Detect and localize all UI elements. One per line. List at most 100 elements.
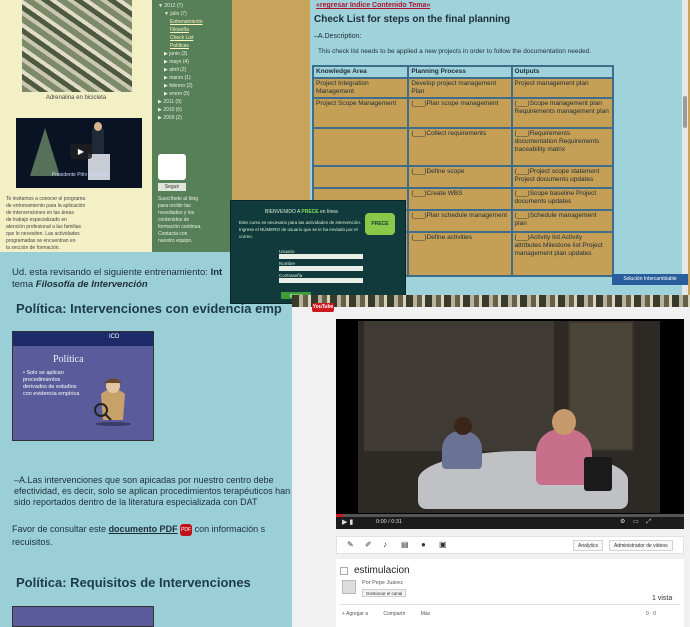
video-toolbar: ✎ ✐ ♪ ▤ ● ▣ Analytics Administrador de v… (336, 536, 684, 554)
add-to-button[interactable]: + Agregar a (342, 611, 368, 617)
column-header-knowledge-area: Knowledge Area (311, 65, 410, 79)
video-child (442, 431, 482, 469)
table-row: (___)Define scope (___)Project scope stat… (311, 165, 615, 189)
archive-item[interactable]: ▼ 2012 (7) (158, 2, 228, 10)
analytics-button[interactable]: Analytics (573, 540, 604, 551)
table-cell (311, 127, 410, 167)
archive-item[interactable]: ▶ mayo (4) (158, 58, 228, 66)
back-to-index-link[interactable]: «regresar Indice Contenido Tema» (316, 2, 430, 9)
edit-icon[interactable]: ✎ (347, 540, 354, 549)
blog-video-caption: Presidente Pitín Sánchez (51, 172, 109, 178)
info-icon[interactable]: ● (421, 540, 426, 549)
pdf-icon[interactable]: PDF (180, 523, 193, 536)
video-frame (358, 321, 660, 513)
audio-icon[interactable]: ♪ (383, 540, 387, 549)
scrollbar-thumb[interactable] (683, 96, 687, 128)
video-title: estimulacion (354, 565, 410, 576)
archive-item[interactable]: Políticas (158, 42, 228, 50)
video-page: YouTube ▶ ▮ 0:00 / 0:31 ⚙ ▭ ⤢ ✎ ✐ ♪ ▤ ● … (292, 295, 690, 627)
annotations-icon[interactable]: ▤ (401, 540, 409, 549)
speaker-head (94, 122, 102, 131)
blog-sidebar: ▼ 2012 (7) ▼ julio (7) Entrenamiento Filoso… (152, 0, 232, 252)
archive-item[interactable]: Filosofía (158, 26, 228, 34)
checklist-description: This check list needs to be applied a ne… (318, 48, 592, 55)
sidebar-text-line: Suscríbete al blog (158, 196, 199, 202)
archive-item[interactable]: ▼ julio (7) (158, 10, 228, 18)
captions-icon[interactable]: ▣ (439, 540, 447, 549)
footer-button[interactable]: Solución Intercambiable (612, 274, 688, 285)
archive-item[interactable]: ▶ febrero (2) (158, 82, 228, 90)
video-info: estimulacion Por Pepe Juárez Gestionar e… (336, 559, 684, 627)
archive-item[interactable]: ▶ 2009 (2) (158, 114, 228, 122)
follow-button[interactable]: Seguir (158, 183, 186, 191)
video-player[interactable]: ▶ ▮ 0:00 / 0:31 ⚙ ▭ ⤢ (336, 319, 684, 529)
sidebar-text-line: contenidos de (158, 217, 190, 223)
archive-item[interactable]: ▶ 2010 (6) (158, 106, 228, 114)
table-row: (___)Collect requirements (___)Requiremen… (311, 127, 615, 167)
slide-bullet: • Solo se aplican procedimientos derivad… (23, 370, 80, 397)
site-logo[interactable]: YouTube (312, 303, 334, 312)
sidebar-text-line: formación continua. (158, 224, 202, 230)
sidebar-text-line: para recibir las (158, 203, 191, 209)
play-icon[interactable]: ▶ (70, 144, 92, 159)
blog-photo[interactable] (22, 0, 132, 92)
intro-training-name: Int (210, 267, 223, 278)
player-settings-icons[interactable]: ⚙ ▭ ⤢ (620, 518, 654, 526)
channel-name[interactable]: Por Pepe Juárez (362, 580, 403, 586)
login-dialog: BIENVENIDO A PRECE en línea PRECE Este c… (230, 200, 406, 304)
pdf-paragraph-text: Favor de consultar este (12, 524, 109, 534)
name-input[interactable] (279, 266, 363, 271)
scrollbar-track[interactable] (682, 0, 688, 295)
channel-avatar[interactable] (342, 580, 356, 594)
login-title-prefix: BIENVENIDO A (265, 209, 302, 215)
table-cell: Project management plan (510, 77, 615, 99)
manage-channel-button[interactable]: Gestionar el canal (362, 589, 407, 597)
play-pause-icon[interactable]: ▶ ▮ (342, 518, 353, 526)
title-checkbox[interactable] (340, 567, 348, 575)
table-cell: Develop project management Plan (407, 77, 513, 99)
share-button[interactable]: Compartir (383, 611, 405, 617)
requirements-slide[interactable] (12, 606, 154, 627)
table-cell: (___)Requirements documentation Requirem… (510, 127, 615, 167)
archive-item[interactable]: ▶ abril (2) (158, 66, 228, 74)
login-title-suffix: en línea (318, 209, 338, 215)
blog-text-line: programadas se encuentran en (6, 238, 76, 244)
username-input[interactable] (279, 254, 363, 259)
blog-video-player[interactable]: ▶ Presidente Pitín Sánchez (16, 118, 142, 188)
table-cell: (___)Schedule management plan (510, 209, 615, 233)
blog-text-line: la sección de formación. (6, 245, 60, 251)
like-count[interactable]: 0 · 0 (646, 611, 656, 617)
archive-item[interactable]: Check List (158, 34, 228, 42)
blog-archive-list: ▼ 2012 (7) ▼ julio (7) Entrenamiento Filoso… (158, 2, 228, 122)
video-manager-button[interactable]: Administrador de videos (609, 540, 673, 551)
more-button[interactable]: Más (421, 611, 430, 617)
info-divider (340, 604, 680, 605)
blog-text-line: Te invitamos a conocer el programa (6, 196, 86, 202)
intro-text: Ud. esta revisando el siguiente entrenam… (12, 267, 211, 278)
archive-item[interactable]: ▶ marzo (1) (158, 74, 228, 82)
archive-item[interactable]: Entrenamiento (158, 18, 228, 26)
tree-image (30, 128, 60, 176)
archive-item[interactable]: ▶ enero (5) (158, 90, 228, 98)
column-header-outputs: Outputs (510, 65, 615, 79)
archive-item[interactable]: ▶ junio (3) (158, 50, 228, 58)
blog-panel: Adrenalina en bicicleta ▶ Presidente Pit… (0, 0, 152, 252)
pdf-paragraph: Favor de consultar este documento PDF PD… (12, 523, 290, 548)
policy-heading-requirements: Política: Requisitos de Intervenciones (16, 575, 251, 590)
table-row: Project Scope Management (___)Plan scope … (311, 97, 615, 129)
partner-logo[interactable] (158, 154, 186, 180)
table-cell: (___)Plan schedule management (407, 209, 513, 233)
table-cell: Project Integration Management (311, 77, 410, 99)
table-cell: (___)Scope management plan Requirements … (510, 97, 615, 129)
checklist-section-label: –A.Description: (314, 33, 362, 40)
blog-text-line: de entrenamiento para la aplicación (6, 203, 86, 209)
enhance-icon[interactable]: ✐ (365, 540, 372, 549)
policy-slide[interactable]: ICD Política • Solo se aplican procedimi… (12, 331, 154, 441)
password-input[interactable] (279, 278, 363, 283)
table-cell: (___)Activity list Activity attributes M… (510, 231, 615, 277)
slide-title: Política (53, 354, 84, 365)
table-cell: (___)Create WBS (407, 187, 513, 211)
slide-header-bar (13, 332, 153, 346)
pdf-document-link[interactable]: documento PDF (109, 524, 178, 534)
archive-item[interactable]: ▶ 2011 (9) (158, 98, 228, 106)
